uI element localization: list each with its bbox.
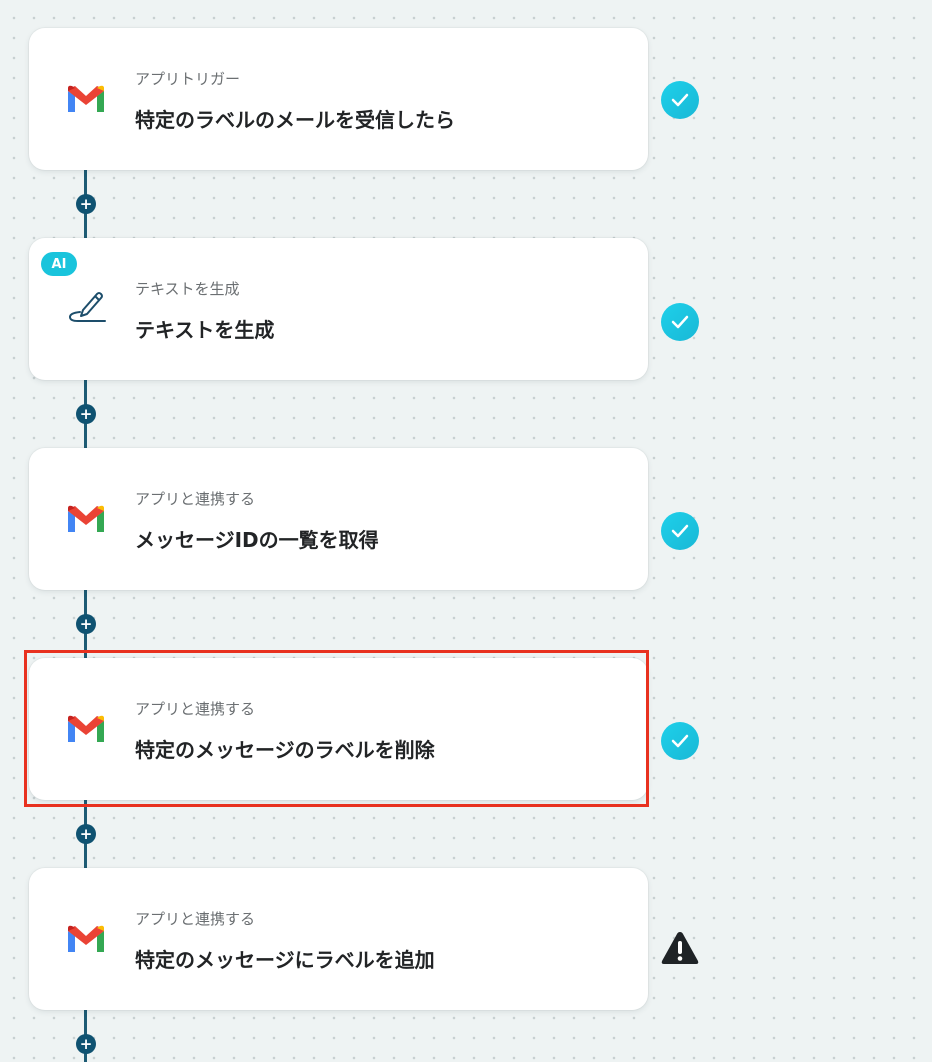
flow-step-card[interactable]: アプリと連携する 特定のメッセージにラベルを追加 bbox=[29, 868, 648, 1010]
completed-check-icon bbox=[661, 722, 699, 760]
gmail-icon bbox=[68, 505, 104, 532]
warning-icon bbox=[659, 929, 701, 967]
add-step-button[interactable]: + bbox=[76, 1034, 96, 1054]
step-subtitle: アプリトリガー bbox=[135, 70, 241, 88]
step-subtitle: アプリと連携する bbox=[135, 490, 256, 508]
flow-step-card[interactable]: アプリと連携する メッセージIDの一覧を取得 bbox=[29, 448, 648, 590]
add-step-button[interactable]: + bbox=[76, 194, 96, 214]
flow-step-card[interactable]: アプリトリガー 特定のラベルのメールを受信したら bbox=[29, 28, 648, 170]
completed-check-icon bbox=[661, 512, 699, 550]
highlight-frame bbox=[24, 650, 649, 807]
step-subtitle: テキストを生成 bbox=[135, 280, 240, 298]
completed-check-icon bbox=[661, 303, 699, 341]
step-subtitle: アプリと連携する bbox=[135, 910, 256, 928]
step-title: 特定のメッセージにラベルを追加 bbox=[135, 948, 435, 972]
step-title: テキストを生成 bbox=[135, 318, 275, 342]
add-step-button[interactable]: + bbox=[76, 824, 96, 844]
flow-step-card[interactable]: テキストを生成 テキストを生成 bbox=[29, 238, 648, 380]
step-title: 特定のラベルのメールを受信したら bbox=[135, 108, 455, 132]
gmail-icon bbox=[68, 925, 104, 952]
add-step-button[interactable]: + bbox=[76, 404, 96, 424]
ai-badge: AI bbox=[41, 252, 77, 276]
pencil-icon bbox=[68, 292, 106, 322]
gmail-icon bbox=[68, 85, 104, 112]
add-step-button[interactable]: + bbox=[76, 614, 96, 634]
step-title: メッセージIDの一覧を取得 bbox=[135, 528, 379, 552]
completed-check-icon bbox=[661, 81, 699, 119]
